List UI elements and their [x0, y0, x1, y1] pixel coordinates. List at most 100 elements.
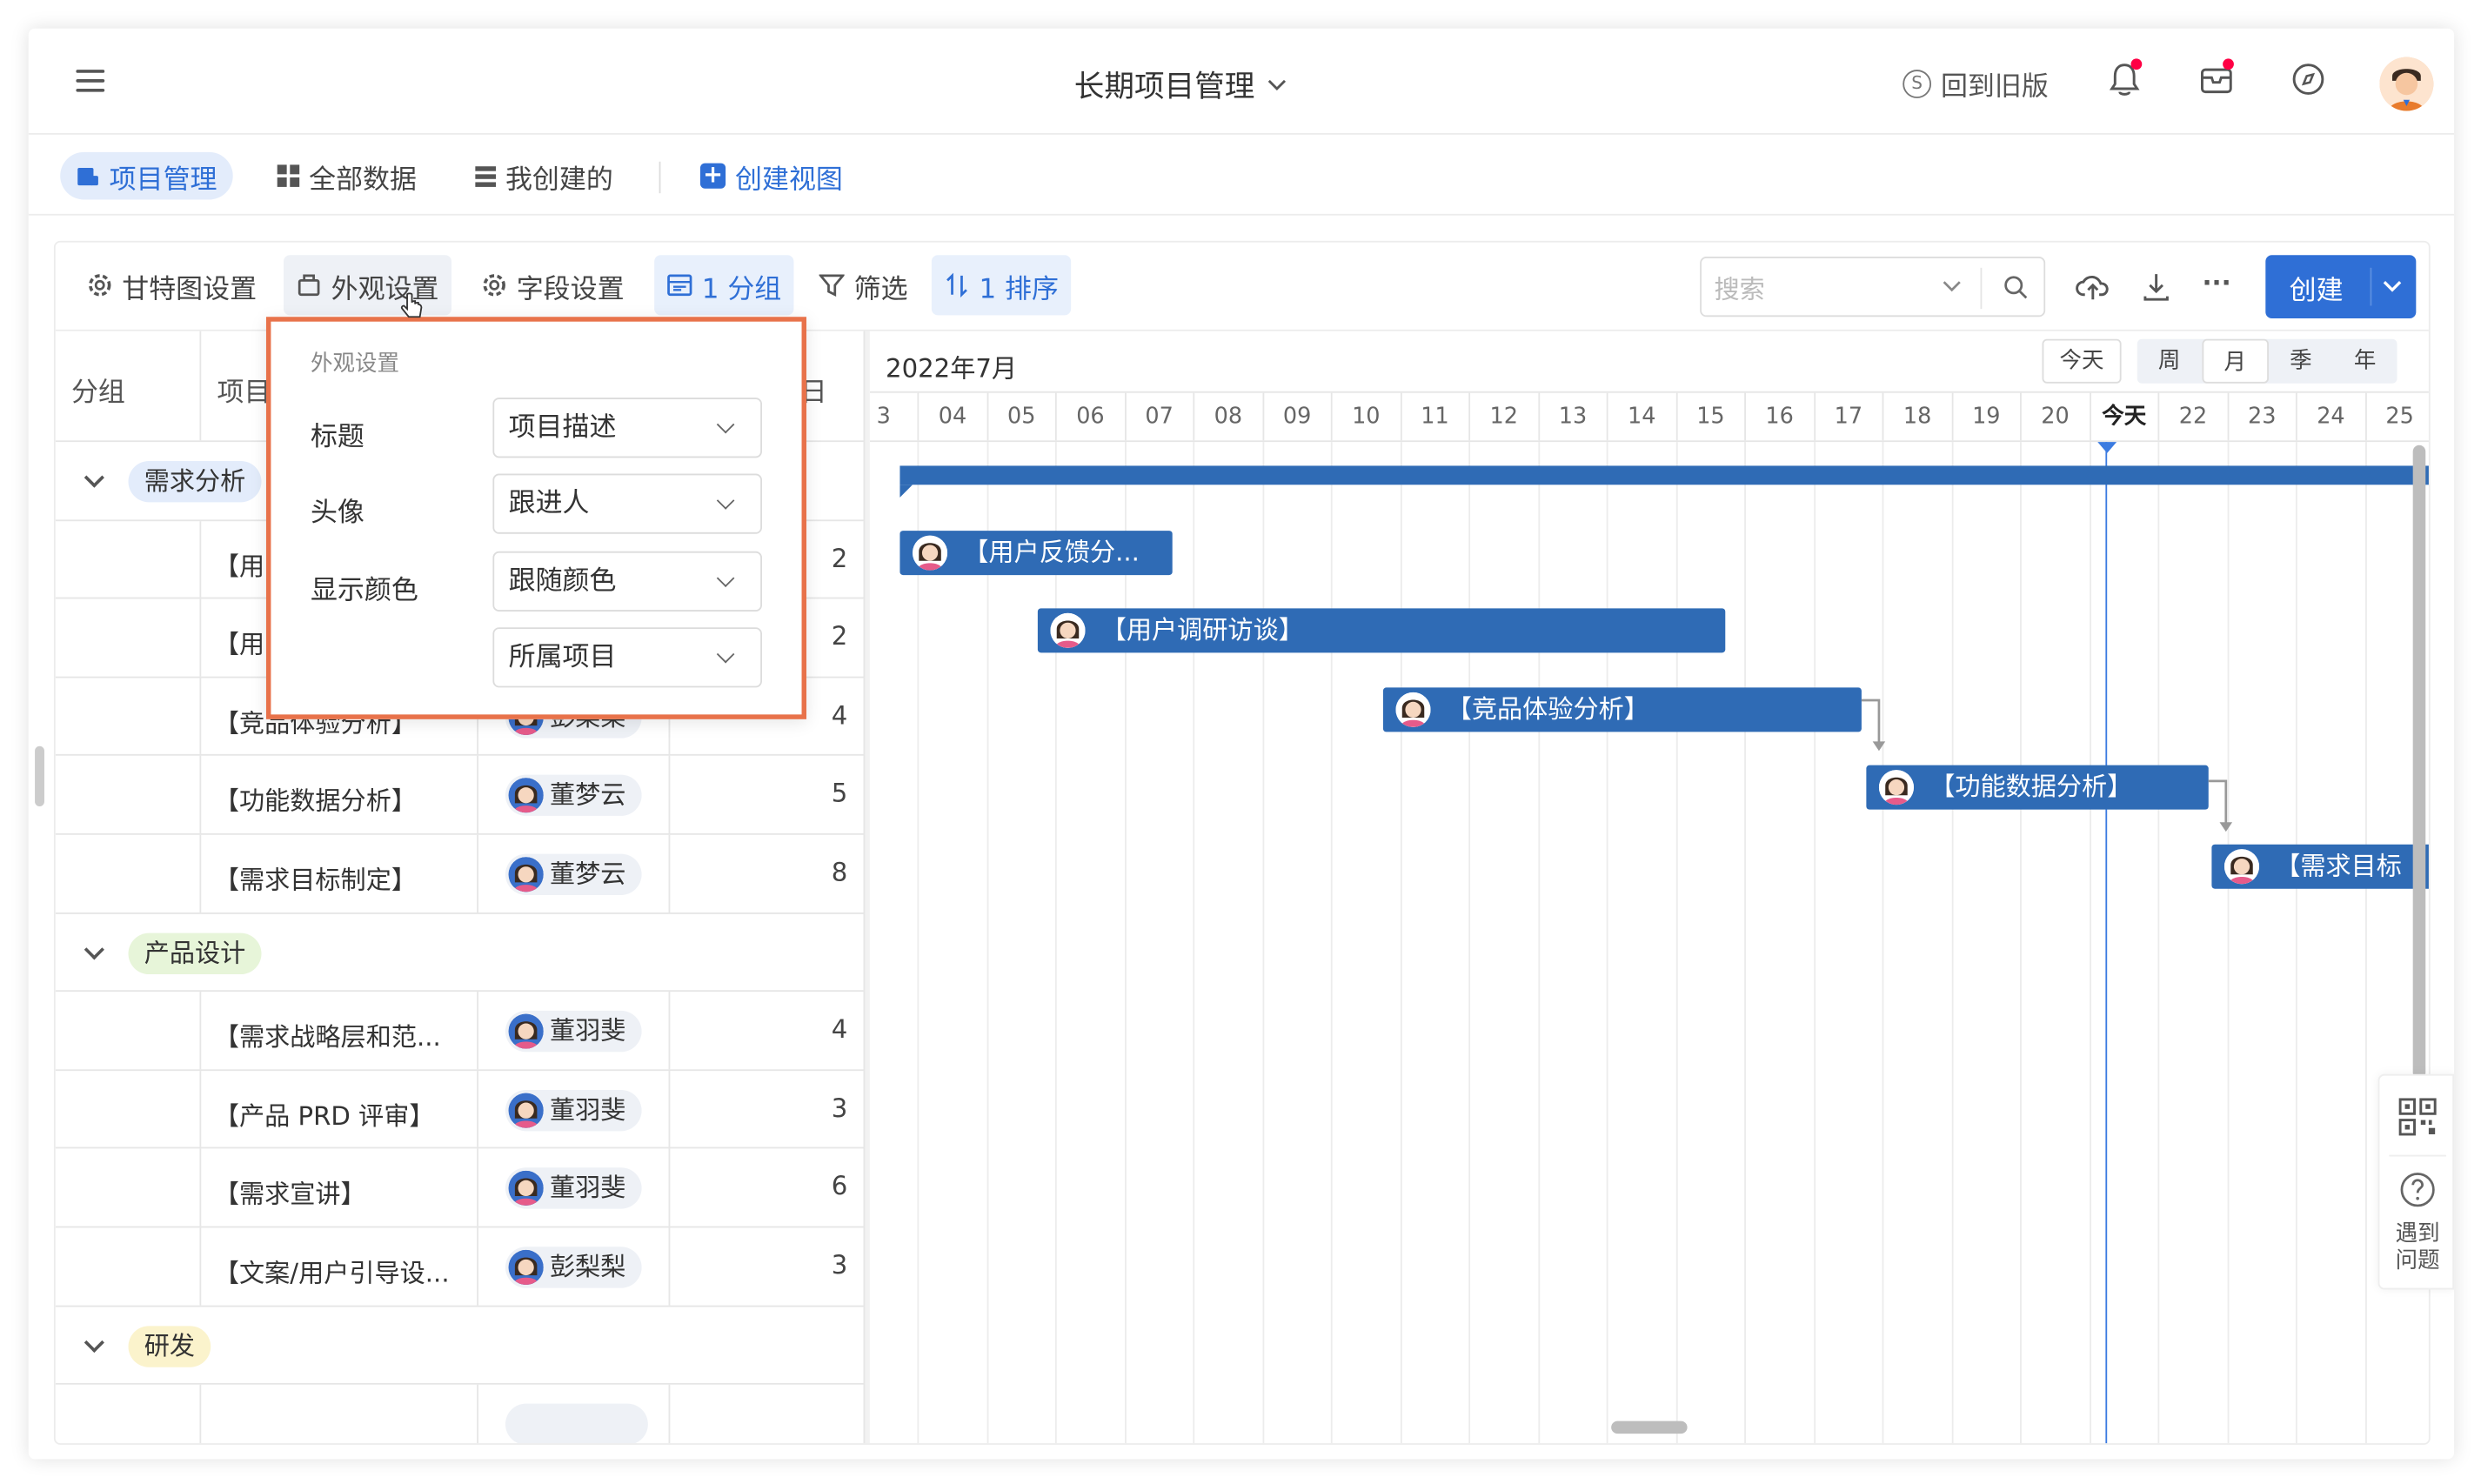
group-button[interactable]: 1 分组	[654, 255, 794, 316]
avatar	[508, 1171, 544, 1207]
view-tab-all-data[interactable]: 全部数据	[261, 152, 432, 200]
compass-icon[interactable]	[2290, 60, 2328, 98]
duration-days: 2	[831, 542, 848, 573]
search-input[interactable]: 搜索	[1700, 257, 2046, 318]
chevron-down-icon[interactable]	[84, 1332, 104, 1353]
back-to-old-button[interactable]: S 回到旧版	[1903, 64, 2049, 104]
help-label[interactable]: 遇到问题	[2392, 1221, 2443, 1275]
create-view-button[interactable]: + 创建视图	[685, 152, 859, 200]
appearance-settings-button[interactable]: 外观设置	[283, 255, 452, 316]
create-button[interactable]: 创建	[2265, 255, 2417, 319]
view-tab-label: 项目管理	[109, 164, 217, 196]
group-row[interactable]: 产品设计	[55, 913, 864, 993]
task-title: 【用	[213, 551, 265, 581]
table-row[interactable]: 【产品 PRD 评审】 董羽斐 3	[55, 1070, 864, 1150]
color-source-select[interactable]: 所属项目	[492, 627, 762, 688]
inbox-icon[interactable]	[2197, 58, 2236, 98]
gantt-settings-button[interactable]: 甘特图设置	[75, 255, 270, 315]
project-icon	[77, 167, 98, 185]
chevron-down-icon	[716, 645, 735, 664]
search-placeholder: 搜索	[1714, 274, 1765, 304]
app-title[interactable]: 长期项目管理	[1074, 64, 1287, 106]
task-title: 【产品 PRD 评审】	[213, 1100, 435, 1131]
header-group[interactable]: 分组	[71, 369, 125, 408]
chevron-down-icon[interactable]	[84, 467, 104, 488]
duration-days: 5	[831, 778, 848, 809]
back-to-old-label: 回到旧版	[1940, 70, 2049, 104]
chevron-down-icon[interactable]	[2383, 280, 2402, 293]
assignee-chip[interactable]: 董梦云	[505, 775, 642, 817]
chevron-down-icon	[716, 415, 735, 434]
gantt-settings-label: 甘特图设置	[122, 273, 257, 305]
side-float-panel: 遇到问题	[2377, 1073, 2455, 1290]
menu-icon[interactable]	[76, 70, 105, 92]
filter-icon	[819, 274, 845, 297]
view-bar: 项目管理 全部数据 我创建的 + 创建视图	[28, 137, 2455, 216]
assignee-name: 董梦云	[549, 779, 626, 811]
search-icon[interactable]	[2003, 274, 2028, 299]
divider	[659, 161, 661, 194]
gantt-chart: 2022年7月 今天 周 月 季 年 3 04 05 06 07 08 09 10 11 12 13…	[869, 331, 2429, 1444]
assignee-chip[interactable]: 彭梨梨	[505, 1247, 642, 1288]
table-row[interactable]: 【需求战略层和范... 董羽斐 4	[55, 992, 864, 1071]
duration-days: 3	[831, 1093, 848, 1123]
assignee-chip[interactable]: 董羽斐	[505, 1167, 642, 1210]
table-row[interactable]: 【文案/用户引导设... 彭梨梨 3	[55, 1227, 864, 1307]
bell-icon[interactable]	[2105, 58, 2143, 98]
list-icon	[475, 165, 497, 186]
chevron-down-icon	[1943, 281, 1961, 292]
color-label: 显示颜色	[310, 575, 418, 607]
group-label: 1 分组	[701, 273, 782, 305]
chevron-down-icon	[716, 491, 735, 510]
avatar	[508, 857, 544, 892]
table-row[interactable]	[56, 1385, 864, 1444]
color-source-value: 所属项目	[508, 641, 617, 674]
create-view-label: 创建视图	[735, 164, 843, 196]
field-settings-button[interactable]: 字段设置	[469, 255, 637, 315]
help-icon[interactable]	[2398, 1171, 2437, 1209]
assignee-chip[interactable]: 董梦云	[505, 853, 642, 895]
side-scroll-indicator[interactable]	[35, 745, 44, 806]
avatar-select-value: 跟进人	[508, 487, 590, 520]
table-row[interactable]: 【功能数据分析】 董梦云 5	[55, 756, 864, 835]
title-select[interactable]: 项目描述	[492, 398, 762, 458]
chevron-down-icon	[1267, 78, 1287, 90]
assignee-name: 董羽斐	[549, 1015, 626, 1046]
chevron-down-icon	[716, 569, 735, 588]
avatar-select[interactable]: 跟进人	[492, 473, 762, 534]
filter-label: 筛选	[853, 273, 908, 305]
task-title: 【功能数据分析】	[213, 786, 418, 817]
task-title: 【需求宣讲】	[213, 1179, 366, 1210]
download-icon[interactable]	[2140, 271, 2171, 302]
avatar	[508, 1013, 544, 1049]
chevron-down-icon[interactable]	[84, 939, 104, 959]
group-row[interactable]: 研发	[55, 1307, 864, 1386]
view-tab-project-management[interactable]: 项目管理	[60, 151, 233, 200]
assignee-chip[interactable]: 董羽斐	[505, 1011, 642, 1053]
table-row[interactable]: 【需求目标制定】 董梦云 8	[55, 834, 864, 914]
more-icon[interactable]: ···	[2202, 268, 2230, 298]
dependency-arrows	[1861, 699, 2233, 832]
horizontal-scrollbar[interactable]	[1611, 1420, 1688, 1434]
user-avatar[interactable]	[2379, 57, 2434, 111]
upload-cloud-icon[interactable]	[2076, 271, 2110, 302]
task-title: 【文案/用户引导设...	[213, 1258, 450, 1288]
sort-icon	[946, 272, 967, 298]
table-row[interactable]: 【需求宣讲】 董羽斐 6	[55, 1149, 864, 1228]
title-label: 标题	[310, 421, 364, 453]
pane-splitter[interactable]	[863, 331, 870, 1444]
avatar-label: 头像	[310, 497, 364, 530]
vertical-scrollbar[interactable]	[2412, 445, 2426, 1080]
color-select[interactable]: 跟随颜色	[492, 551, 762, 612]
create-label: 创建	[2289, 274, 2344, 307]
appearance-settings-popup: 外观设置 标题 项目描述 头像 跟进人 显示颜色 跟随颜色 所属项目	[265, 317, 806, 719]
group-badge: 研发	[128, 1325, 211, 1367]
qr-code-icon[interactable]	[2398, 1098, 2437, 1136]
view-tab-my-created[interactable]: 我创建的	[459, 152, 629, 200]
assignee-chip[interactable]: 董羽斐	[505, 1089, 642, 1131]
task-title: 【用	[213, 629, 265, 659]
task-title: 【需求目标制定】	[213, 865, 418, 895]
sort-button[interactable]: 1 排序	[931, 255, 1072, 316]
filter-button[interactable]: 筛选	[806, 255, 920, 315]
assignee-name: 董羽斐	[549, 1094, 626, 1125]
